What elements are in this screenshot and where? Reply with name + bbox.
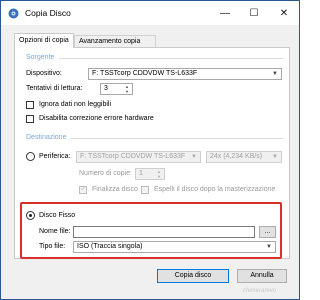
- read-attempts-label: Tentativi di lettura:: [26, 85, 83, 92]
- write-speed-select[interactable]: 24x (4,234 KB/s) ▼: [206, 151, 282, 163]
- watermark-text: chimerarevo: [243, 288, 277, 294]
- destination-group-divider: [71, 138, 283, 139]
- copy-disc-button[interactable]: Copia disco: [157, 269, 229, 283]
- disable-hw-correction-checkbox[interactable]: [26, 115, 34, 123]
- filename-input[interactable]: [73, 226, 255, 238]
- copy-disc-window: Copia Disco — ☐ ✕ Opzioni di copia Avanz…: [0, 0, 300, 300]
- read-attempts-stepper[interactable]: 3 ▲ ▼: [100, 83, 133, 95]
- finalize-disc-label: Finalizza disco: [92, 186, 138, 193]
- source-group-divider: [59, 58, 283, 59]
- minimize-icon: —: [220, 7, 230, 19]
- cancel-button[interactable]: Annulla: [237, 269, 287, 283]
- device-radio[interactable]: [26, 152, 35, 161]
- spinner-arrows-icon[interactable]: ▲ ▼: [123, 84, 131, 94]
- source-device-label: Dispositivo:: [26, 70, 62, 77]
- minimize-button[interactable]: —: [212, 1, 238, 25]
- copies-count-stepper[interactable]: 1 ▲ ▼: [135, 168, 165, 180]
- write-speed-value: 24x (4,234 KB/s): [210, 153, 263, 160]
- finalize-disc-checkbox[interactable]: ✓: [79, 184, 87, 194]
- filetype-value: ISO (Traccia singola): [77, 243, 143, 250]
- close-icon: ✕: [279, 7, 289, 19]
- copies-count-value: 1: [139, 170, 143, 177]
- filename-label: Nome file:: [39, 228, 71, 235]
- copies-count-label: Numero di copie:: [79, 170, 132, 177]
- chevron-down-icon: ▼: [191, 154, 197, 160]
- filetype-label: Tipo file:: [39, 243, 66, 250]
- copy-options-panel: Sorgente Dispositivo: F: TSSTcorp CDDVDW…: [14, 47, 290, 259]
- destination-group-title: Destinazione: [26, 134, 67, 141]
- ignore-unreadable-label: Ignora dati non leggibili: [39, 101, 111, 108]
- ignore-unreadable-checkbox[interactable]: [26, 101, 34, 109]
- source-device-select[interactable]: F: TSSTcorp CDDVDW TS-L633F ▼: [88, 68, 282, 80]
- browse-button[interactable]: ...: [259, 226, 276, 238]
- spinner-arrows-icon[interactable]: ▲ ▼: [155, 169, 163, 179]
- destination-device-select[interactable]: F: TSSTcorp CDDVDW TS-L633F ▼: [76, 151, 201, 163]
- chevron-down-icon: ▼: [272, 71, 278, 77]
- hard-disk-radio[interactable]: [26, 211, 35, 220]
- disc-app-icon: [8, 8, 19, 19]
- source-group-title: Sorgente: [26, 54, 55, 61]
- chevron-down-icon: ▼: [272, 154, 278, 160]
- chevron-down-icon: ▼: [266, 244, 272, 250]
- disable-hw-correction-label: Disabilita correzione errore hardware: [39, 115, 154, 122]
- read-attempts-value: 3: [104, 85, 108, 92]
- tab-copy-progress[interactable]: Avanzamento copia: [74, 35, 156, 47]
- device-radio-label: Periferica:: [39, 153, 71, 160]
- radio-selected-dot: [29, 214, 32, 217]
- title-bar: Copia Disco — ☐ ✕: [1, 1, 299, 25]
- window-title: Copia Disco: [25, 8, 71, 18]
- source-device-value: F: TSSTcorp CDDVDW TS-L633F: [92, 70, 198, 77]
- checkmark-icon: ✓: [80, 184, 87, 193]
- filetype-select[interactable]: ISO (Traccia singola) ▼: [73, 241, 276, 253]
- destination-device-value: F: TSSTcorp CDDVDW TS-L633F: [80, 153, 186, 160]
- hard-disk-label: Disco Fisso: [39, 212, 76, 219]
- eject-after-burn-label: Espelli il disco dopo la masterizzazione: [154, 186, 276, 193]
- tab-copy-options[interactable]: Opzioni di copia: [14, 33, 74, 48]
- close-button[interactable]: ✕: [271, 1, 297, 25]
- maximize-button[interactable]: ☐: [241, 1, 267, 25]
- maximize-icon: ☐: [249, 7, 259, 19]
- eject-after-burn-checkbox[interactable]: [141, 186, 149, 194]
